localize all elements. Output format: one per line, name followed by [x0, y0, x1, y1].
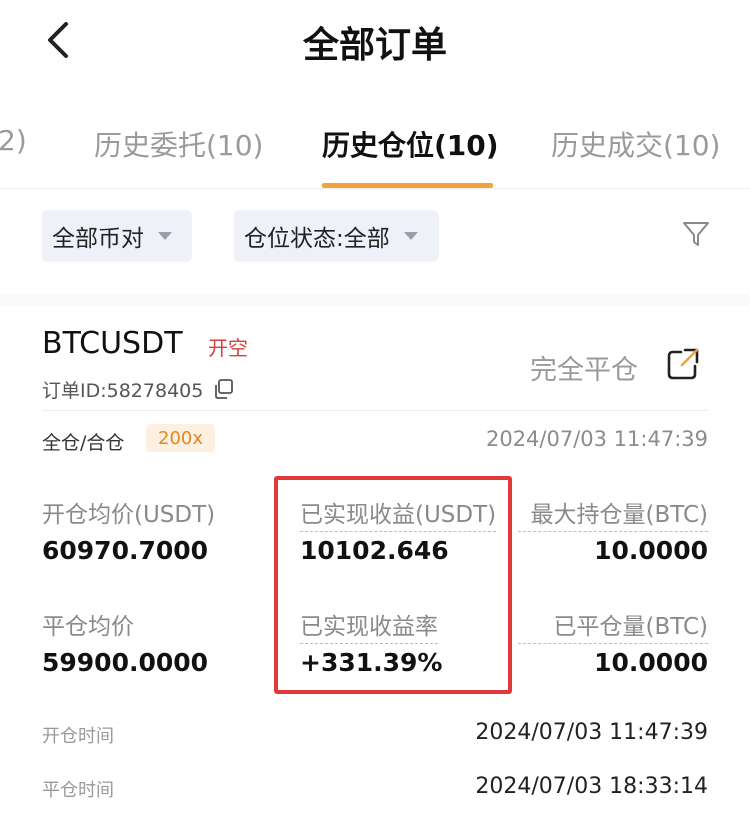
page-title: 全部订单 — [302, 25, 447, 66]
section-gap — [0, 294, 750, 306]
card-divider — [42, 410, 708, 411]
open-time-label: 开仓时间 — [42, 726, 114, 747]
close-time-value: 2024/07/03 18:33:14 — [475, 774, 708, 799]
closed-qty-value: 10.0000 — [594, 648, 708, 677]
filter-button[interactable] — [680, 218, 712, 250]
exit-price-label: 平仓均价 — [42, 614, 134, 640]
share-icon — [667, 348, 699, 380]
closed-qty-label[interactable]: 已平仓量(BTC) — [518, 607, 708, 644]
pair-filter-label: 全部币对 — [52, 226, 144, 252]
close-all-button[interactable]: 完全平仓 — [530, 348, 638, 387]
position-time: 2024/07/03 11:47:39 — [485, 427, 708, 451]
status-filter-label: 仓位状态:全部 — [244, 226, 390, 252]
copy-icon — [215, 379, 233, 399]
exit-price-value: 59900.0000 — [42, 648, 209, 677]
entry-price-value: 60970.7000 — [42, 536, 209, 565]
caret-down-icon — [403, 232, 418, 240]
position-side-badge: 开空 — [208, 336, 248, 360]
pair-filter-dropdown[interactable]: 全部币对 — [42, 210, 192, 262]
caret-down-icon — [158, 232, 172, 240]
status-filter-dropdown[interactable]: 仓位状态:全部 — [234, 210, 439, 262]
open-time-value: 2024/07/03 11:47:39 — [475, 720, 708, 745]
tab-trade-history[interactable]: 历史成交(10) — [551, 124, 720, 164]
share-button[interactable] — [665, 346, 701, 382]
position-symbol: BTCUSDT — [42, 326, 183, 361]
copy-button[interactable] — [212, 378, 234, 400]
tabs-divider — [0, 188, 750, 189]
order-id: 订单ID:58278405 — [42, 380, 204, 402]
margin-mode: 全仓/合仓 — [42, 432, 125, 454]
close-time-label: 平仓时间 — [42, 780, 114, 801]
max-position-label[interactable]: 最大持仓量(BTC) — [518, 495, 708, 532]
leverage-badge: 200x — [146, 424, 216, 452]
tab-position-history[interactable]: 历史仓位(10) — [322, 124, 499, 164]
entry-price-label: 开仓均价(USDT) — [42, 502, 216, 528]
highlight-annotation-box — [274, 476, 512, 694]
max-position-value: 10.0000 — [594, 536, 708, 565]
funnel-icon — [683, 222, 709, 246]
tab-partial[interactable]: 2) — [0, 124, 27, 157]
tab-order-history[interactable]: 历史委托(10) — [94, 124, 263, 164]
